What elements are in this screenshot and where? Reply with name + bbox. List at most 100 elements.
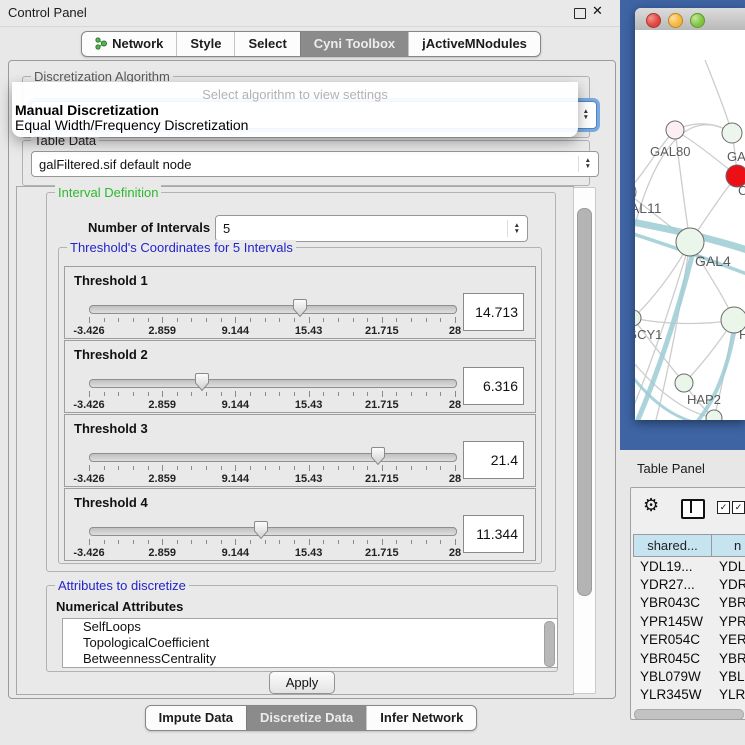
threshold-value-field[interactable]: 21.4: [463, 441, 524, 479]
table-row[interactable]: YBL079WYBL0: [633, 667, 745, 685]
tick-mark: [455, 539, 456, 545]
slider-track[interactable]: [89, 379, 457, 388]
slider-thumb[interactable]: [370, 446, 386, 466]
threshold-value-field[interactable]: 11.344: [463, 515, 524, 553]
tab-label: Network: [112, 36, 163, 51]
threshold-slider[interactable]: -3.4262.8599.14415.4321.71528: [89, 523, 455, 559]
checkbox-icon[interactable]: ✓: [732, 501, 745, 514]
network-canvas[interactable]: GAL80GACGAL11GAL4GCY1HHAP2: [635, 30, 745, 420]
network-node[interactable]: [722, 123, 742, 143]
tab-infer-network[interactable]: Infer Network: [366, 706, 476, 730]
tick-mark: [89, 391, 90, 397]
tab-style[interactable]: Style: [176, 32, 234, 56]
table-row[interactable]: YLR345WYLR3: [633, 686, 745, 704]
tick-label: 28: [449, 325, 461, 337]
node-label: GAL11: [635, 200, 662, 216]
combo-spinner-icon[interactable]: ▲ ▼: [578, 156, 591, 173]
slider-track[interactable]: [89, 527, 457, 536]
table-row[interactable]: YIL052CYIL0: [633, 704, 745, 707]
tick-label: 21.715: [365, 325, 399, 337]
dropdown-option-manual[interactable]: Manual Discretization: [15, 102, 159, 118]
threshold-slider[interactable]: -3.4262.8599.14415.4321.71528: [89, 375, 455, 411]
network-node[interactable]: [676, 228, 704, 256]
tick-mark: [265, 466, 266, 470]
table-data-combobox[interactable]: galFiltered.sif default node ▲ ▼: [31, 151, 599, 177]
tab-label: jActiveMNodules: [422, 36, 527, 51]
float-window-icon[interactable]: [574, 8, 586, 19]
column-header[interactable]: n: [711, 534, 745, 557]
split-columns-icon[interactable]: [681, 499, 705, 519]
table-row[interactable]: YER054CYER0: [633, 631, 745, 649]
tick-mark: [191, 392, 192, 396]
network-node[interactable]: [635, 310, 641, 326]
table-cell: YER0: [716, 632, 745, 647]
group-title: Attributes to discretize: [55, 578, 189, 593]
threshold-value-field[interactable]: 14.713: [463, 293, 524, 331]
tick-mark: [367, 318, 368, 322]
tab-select[interactable]: Select: [234, 32, 299, 56]
table-cell: YDR2: [716, 577, 745, 592]
tab-discretize-data[interactable]: Discretize Data: [246, 706, 366, 730]
tick-label: 15.43: [295, 399, 323, 411]
tick-mark: [367, 540, 368, 544]
tick-mark: [338, 318, 339, 322]
slider-track[interactable]: [89, 305, 457, 314]
tab-network[interactable]: Network: [82, 32, 176, 56]
minimize-button[interactable]: [668, 13, 683, 28]
network-node[interactable]: [666, 121, 684, 139]
network-node[interactable]: [706, 410, 722, 420]
vertical-scrollbar-thumb[interactable]: [577, 208, 592, 596]
slider-thumb[interactable]: [194, 372, 210, 392]
tick-mark: [162, 317, 163, 323]
close-icon[interactable]: ✕: [592, 3, 603, 19]
threshold-slider[interactable]: -3.4262.8599.14415.4321.71528: [89, 449, 455, 485]
algorithm-dropdown-popup: Select algorithm to view settings Manual…: [12, 82, 578, 137]
tick-mark: [440, 318, 441, 322]
tick-label: 9.144: [222, 547, 250, 559]
slider-thumb[interactable]: [292, 298, 308, 318]
table-row[interactable]: YDR27...YDR2: [633, 575, 745, 593]
numerical-attributes-list[interactable]: SelfLoopsTopologicalCoefficientBetweenne…: [62, 618, 558, 668]
threshold-label: Threshold 4: [74, 495, 148, 510]
column-header[interactable]: shared...: [633, 534, 712, 557]
number-of-intervals-combobox[interactable]: 5 ▲ ▼: [215, 215, 528, 242]
tick-mark: [177, 318, 178, 322]
slider-thumb[interactable]: [253, 520, 269, 540]
tick-mark: [162, 539, 163, 545]
network-view-window[interactable]: GAL80GACGAL11GAL4GCY1HHAP2: [635, 8, 745, 420]
list-scrollbar-thumb[interactable]: [544, 621, 555, 667]
table-row[interactable]: YDL19...YDL1: [633, 557, 745, 575]
tick-mark: [221, 318, 222, 322]
tick-mark: [206, 466, 207, 470]
table-row[interactable]: YPR145WYPR1: [633, 612, 745, 630]
dropdown-option-equal-width[interactable]: Equal Width/Frequency Discretization: [15, 117, 248, 133]
close-button[interactable]: [646, 13, 661, 28]
apply-button[interactable]: Apply: [269, 671, 335, 694]
gear-icon[interactable]: ⚙: [643, 495, 659, 516]
attribute-item[interactable]: TopologicalCoefficient: [63, 635, 557, 651]
tab-jactivemnodules[interactable]: jActiveMNodules: [408, 32, 540, 56]
network-node[interactable]: [675, 374, 693, 392]
threshold-value-field[interactable]: 6.316: [463, 367, 524, 405]
tab-cyni-toolbox[interactable]: Cyni Toolbox: [300, 32, 408, 56]
tick-mark: [148, 466, 149, 470]
attribute-item[interactable]: BetweennessCentrality: [63, 651, 557, 667]
network-window-titlebar[interactable]: [635, 8, 745, 31]
tick-label: 21.715: [365, 399, 399, 411]
slider-track[interactable]: [89, 453, 457, 462]
tick-mark: [235, 465, 236, 471]
horizontal-scrollbar-thumb[interactable]: [634, 709, 744, 720]
tab-impute-data[interactable]: Impute Data: [146, 706, 246, 730]
tick-mark: [426, 392, 427, 396]
tick-mark: [396, 318, 397, 322]
table-row[interactable]: YBR045CYBR0: [633, 649, 745, 667]
combo-spinner-icon[interactable]: ▲ ▼: [507, 220, 520, 238]
attribute-item[interactable]: SelfLoops: [63, 619, 557, 635]
tick-mark: [294, 466, 295, 470]
table-row[interactable]: YBR043CYBR0: [633, 594, 745, 612]
zoom-button[interactable]: [690, 13, 705, 28]
tick-mark: [309, 391, 310, 397]
bottom-tabbar: Impute Data Discretize Data Infer Networ…: [0, 705, 622, 731]
checkbox-icon[interactable]: ✓: [717, 501, 730, 514]
threshold-slider[interactable]: -3.4262.8599.14415.4321.71528: [89, 301, 455, 337]
